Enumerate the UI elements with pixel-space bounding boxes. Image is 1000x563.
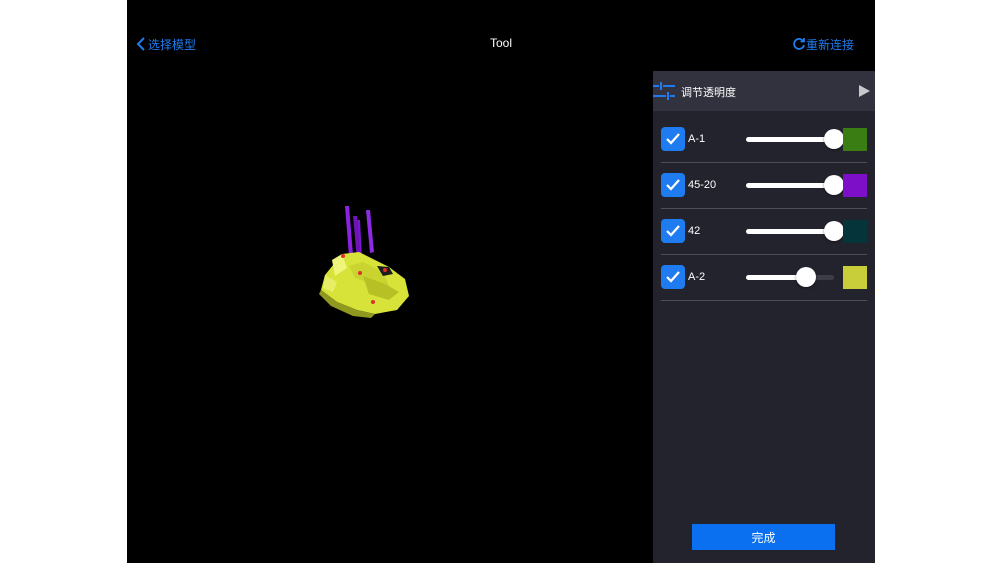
slider-thumb[interactable] [824, 221, 844, 241]
panel-title: 调节透明度 [681, 87, 736, 99]
layer-color-swatch[interactable] [843, 128, 867, 151]
layer-row-42: 42 [661, 208, 867, 255]
back-button[interactable]: 选择模型 [134, 34, 196, 54]
checkmark-icon [666, 271, 680, 283]
opacity-slider[interactable] [746, 220, 844, 242]
slider-thumb[interactable] [795, 267, 816, 287]
layer-row-45-20: 45-20 [661, 162, 867, 209]
layer-visibility-checkbox[interactable] [661, 127, 685, 151]
opacity-panel: 调节透明度 A-1 45-20 42 A-2 完成 [653, 71, 875, 563]
slider-fill [746, 137, 834, 142]
opacity-slider[interactable] [746, 128, 844, 150]
slider-thumb[interactable] [824, 175, 844, 195]
checkmark-icon [666, 179, 680, 191]
reconnect-button[interactable]: 重新连接 [792, 34, 854, 54]
3d-model [319, 206, 409, 318]
refresh-icon [793, 38, 805, 50]
play-triangle-icon[interactable] [857, 84, 871, 98]
app-screen: 选择模型 Tool 重新连接 调节透明度 A-1 45-20 42 A-2 完成 [127, 0, 875, 563]
page-title: Tool [489, 36, 512, 50]
layer-row-a-2: A-2 [661, 254, 867, 301]
opacity-slider[interactable] [746, 174, 844, 196]
layer-row-a-1: A-1 [661, 116, 867, 163]
layer-color-swatch[interactable] [843, 266, 867, 289]
layer-color-swatch[interactable] [843, 174, 867, 197]
layer-name: A-2 [688, 271, 706, 283]
sliders-icon [653, 82, 675, 100]
slider-fill [746, 229, 834, 234]
panel-header: 调节透明度 [653, 71, 875, 111]
done-button[interactable]: 完成 [692, 524, 835, 550]
opacity-slider[interactable] [746, 266, 834, 288]
back-button-label: 选择模型 [148, 37, 197, 52]
chevron-left-icon [136, 37, 145, 51]
layer-name: 42 [688, 225, 701, 237]
layer-visibility-checkbox[interactable] [661, 265, 685, 289]
checkmark-icon [666, 225, 680, 237]
layer-name: 45-20 [688, 179, 717, 191]
reconnect-button-label: 重新连接 [805, 37, 854, 52]
checkmark-icon [666, 133, 680, 145]
layer-color-swatch[interactable] [843, 220, 867, 243]
layer-visibility-checkbox[interactable] [661, 219, 685, 243]
slider-thumb[interactable] [824, 129, 844, 149]
layer-visibility-checkbox[interactable] [661, 173, 685, 197]
layer-name: A-1 [688, 133, 706, 145]
3d-model-viewport[interactable] [127, 70, 652, 563]
slider-fill [746, 183, 834, 188]
